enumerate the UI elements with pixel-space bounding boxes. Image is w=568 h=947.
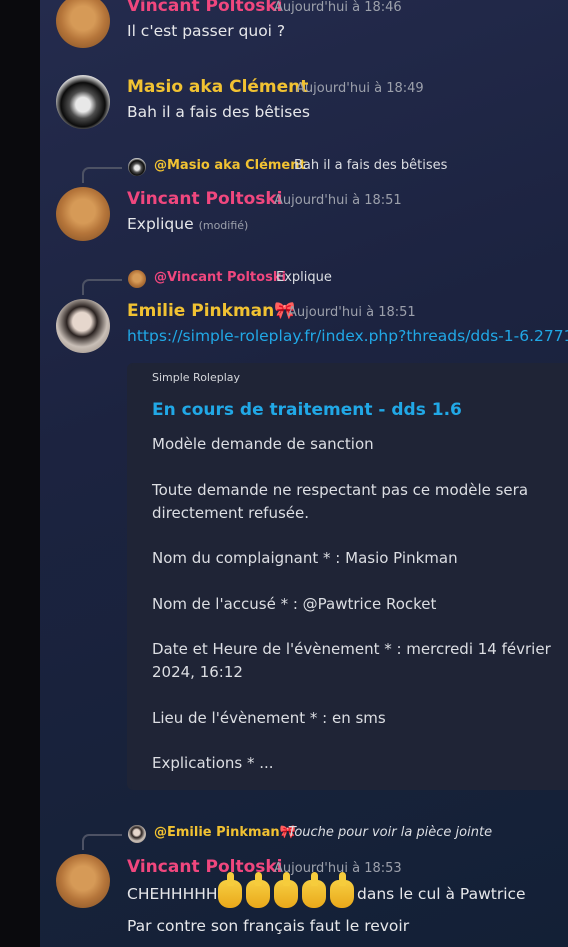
message-text: Par contre son français faut le revoir (127, 917, 410, 935)
author-name[interactable]: Vincant Poltoski (127, 0, 283, 16)
avatar[interactable] (56, 854, 110, 908)
reply-preview[interactable]: Touche pour voir la pièce jointe (288, 825, 492, 840)
timestamp: Aujourd'hui à 18:46 (274, 0, 402, 15)
reply-preview[interactable]: Bah il a fais des bêtises (294, 158, 447, 173)
link-embed: Simple Roleplay En cours de traitement -… (127, 363, 568, 790)
reply-connector (82, 167, 122, 183)
reply-author[interactable]: @Masio aka Clément (154, 158, 306, 173)
server-rail (0, 0, 40, 947)
avatar[interactable] (56, 187, 110, 241)
reply-avatar (128, 270, 146, 288)
avatar[interactable] (56, 0, 110, 48)
timestamp: Aujourd'hui à 18:51 (274, 193, 402, 208)
embed-line: Lieu de l'évènement * : en sms (152, 709, 386, 727)
embed-line: Modèle demande de sanction (152, 435, 374, 453)
middle-finger-emoji (274, 872, 298, 908)
embed-line: Date et Heure de l'évènement * : mercred… (152, 640, 551, 658)
timestamp: Aujourd'hui à 18:49 (296, 81, 424, 96)
author-name[interactable]: Masio aka Clément (127, 77, 308, 97)
reply-preview[interactable]: Explique (276, 270, 332, 285)
message-link[interactable]: https://simple-roleplay.fr/index.php?thr… (127, 327, 568, 345)
message-text: CHEHHHHH (127, 885, 218, 903)
author-name[interactable]: Vincant Poltoski (127, 189, 283, 209)
embed-provider[interactable]: Simple Roleplay (152, 371, 240, 384)
message-text: Bah il a fais des bêtises (127, 103, 310, 121)
message-text: dans le cul à Pawtrice (357, 885, 526, 903)
reply-connector (82, 834, 122, 850)
middle-finger-emoji (302, 872, 326, 908)
reply-avatar (128, 158, 146, 176)
avatar[interactable] (56, 75, 110, 129)
reply-author[interactable]: @Emilie Pinkman🎀 (154, 825, 296, 840)
embed-line: 2024, 16:12 (152, 663, 243, 681)
reply-avatar (128, 825, 146, 843)
embed-line: directement refusée. (152, 504, 310, 522)
message-text: Il c'est passer quoi ? (127, 22, 286, 40)
middle-finger-emoji (246, 872, 270, 908)
message-body: Explique (127, 215, 194, 233)
embed-line: Explications * ... (152, 754, 274, 772)
middle-finger-emoji (218, 872, 242, 908)
message-text: Explique (modifié) (127, 215, 248, 233)
embed-line: Nom de l'accusé * : @Pawtrice Rocket (152, 595, 437, 613)
embed-line: Toute demande ne respectant pas ce modèl… (152, 481, 529, 499)
author-name[interactable]: Emilie Pinkman🎀 (127, 301, 295, 321)
edited-label: (modifié) (198, 219, 249, 232)
timestamp: Aujourd'hui à 18:51 (288, 305, 416, 320)
avatar[interactable] (56, 299, 110, 353)
embed-title[interactable]: En cours de traitement - dds 1.6 (152, 400, 462, 420)
embed-line: Nom du complaignant * : Masio Pinkman (152, 549, 458, 567)
reply-connector (82, 279, 122, 295)
reply-author[interactable]: @Vincant Poltoski (154, 270, 286, 285)
chat-area: Vincant Poltoski Aujourd'hui à 18:46 Il … (40, 0, 568, 947)
middle-finger-emoji (330, 872, 354, 908)
timestamp: Aujourd'hui à 18:53 (274, 861, 402, 876)
